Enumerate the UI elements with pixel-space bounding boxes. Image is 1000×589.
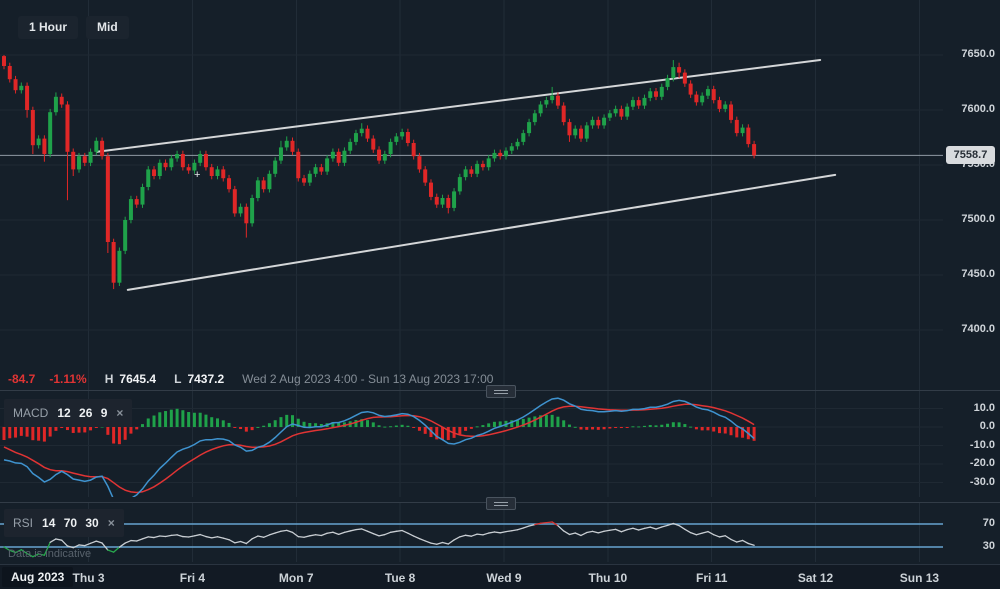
high-label: H: [105, 372, 114, 386]
time-axis[interactable]: Aug 2023 Thu 3Fri 4Mon 7Tue 8Wed 9Thu 10…: [0, 564, 1000, 589]
rsi-params: 14 70 30: [42, 516, 99, 530]
rsi-axis-tick: 30: [945, 540, 995, 552]
macd-close-icon[interactable]: ×: [116, 407, 123, 419]
rsi-close-icon[interactable]: ×: [108, 517, 115, 529]
time-axis-label: Mon 7: [261, 571, 331, 585]
rsi-axis-tick: 70: [945, 517, 995, 529]
price-axis-tick: 7500.0: [945, 213, 995, 225]
time-axis-label: Sat 12: [781, 571, 851, 585]
change-percent: -1.11%: [49, 372, 86, 386]
price-axis-tick: 7400.0: [945, 323, 995, 335]
change-value: -84.7: [8, 372, 35, 386]
macd-axis-tick: 10.0: [945, 402, 995, 414]
main-price-chart-canvas[interactable]: [0, 0, 943, 390]
time-axis-label: Sun 13: [884, 571, 954, 585]
data-indicative-note: Data is indicative: [8, 548, 91, 560]
price-axis-tick: 7650.0: [945, 48, 995, 60]
time-axis-label: Thu 10: [573, 571, 643, 585]
date-range-text: Wed 2 Aug 2023 4:00 - Sun 13 Aug 2023 17…: [242, 372, 493, 386]
current-price-tag: 7558.7: [946, 146, 995, 164]
chart-toolbar: 1 Hour Mid: [18, 16, 129, 39]
time-axis-label: Fri 4: [157, 571, 227, 585]
time-axis-label: Wed 9: [469, 571, 539, 585]
price-axis[interactable]: 7650.07600.07550.07500.07450.07400.010.0…: [943, 0, 1000, 589]
price-axis-tick: 7450.0: [945, 268, 995, 280]
high-value: 7645.4: [119, 372, 156, 386]
price-axis-tick: 7600.0: [945, 103, 995, 115]
rsi-resize-grip[interactable]: [486, 497, 516, 510]
time-axis-label: Thu 3: [54, 571, 124, 585]
macd-indicator-pill[interactable]: MACD 12 26 9 ×: [4, 399, 132, 427]
rsi-indicator-pill[interactable]: RSI 14 70 30 ×: [4, 509, 124, 537]
macd-axis-tick: -10.0: [945, 439, 995, 451]
trading-chart-window: 1 Hour Mid + -84.7 -1.11% H 7645.4 L 743…: [0, 0, 1000, 589]
rsi-name: RSI: [13, 516, 33, 530]
price-info-bar: -84.7 -1.11% H 7645.4 L 7437.2 Wed 2 Aug…: [8, 372, 493, 386]
price-type-button[interactable]: Mid: [86, 16, 129, 39]
low-label: L: [174, 372, 181, 386]
cursor-crosshair: +: [194, 169, 200, 181]
macd-axis-tick: 0.0: [945, 420, 995, 432]
timeframe-button[interactable]: 1 Hour: [18, 16, 78, 39]
macd-params: 12 26 9: [57, 406, 107, 420]
rsi-panel-canvas[interactable]: [0, 503, 943, 562]
macd-axis-tick: -20.0: [945, 457, 995, 469]
low-value: 7437.2: [187, 372, 224, 386]
macd-axis-tick: -30.0: [945, 476, 995, 488]
macd-resize-grip[interactable]: [486, 385, 516, 398]
macd-panel-canvas[interactable]: [0, 391, 943, 497]
time-axis-label: Fri 11: [677, 571, 747, 585]
time-axis-label: Tue 8: [365, 571, 435, 585]
macd-name: MACD: [13, 406, 48, 420]
